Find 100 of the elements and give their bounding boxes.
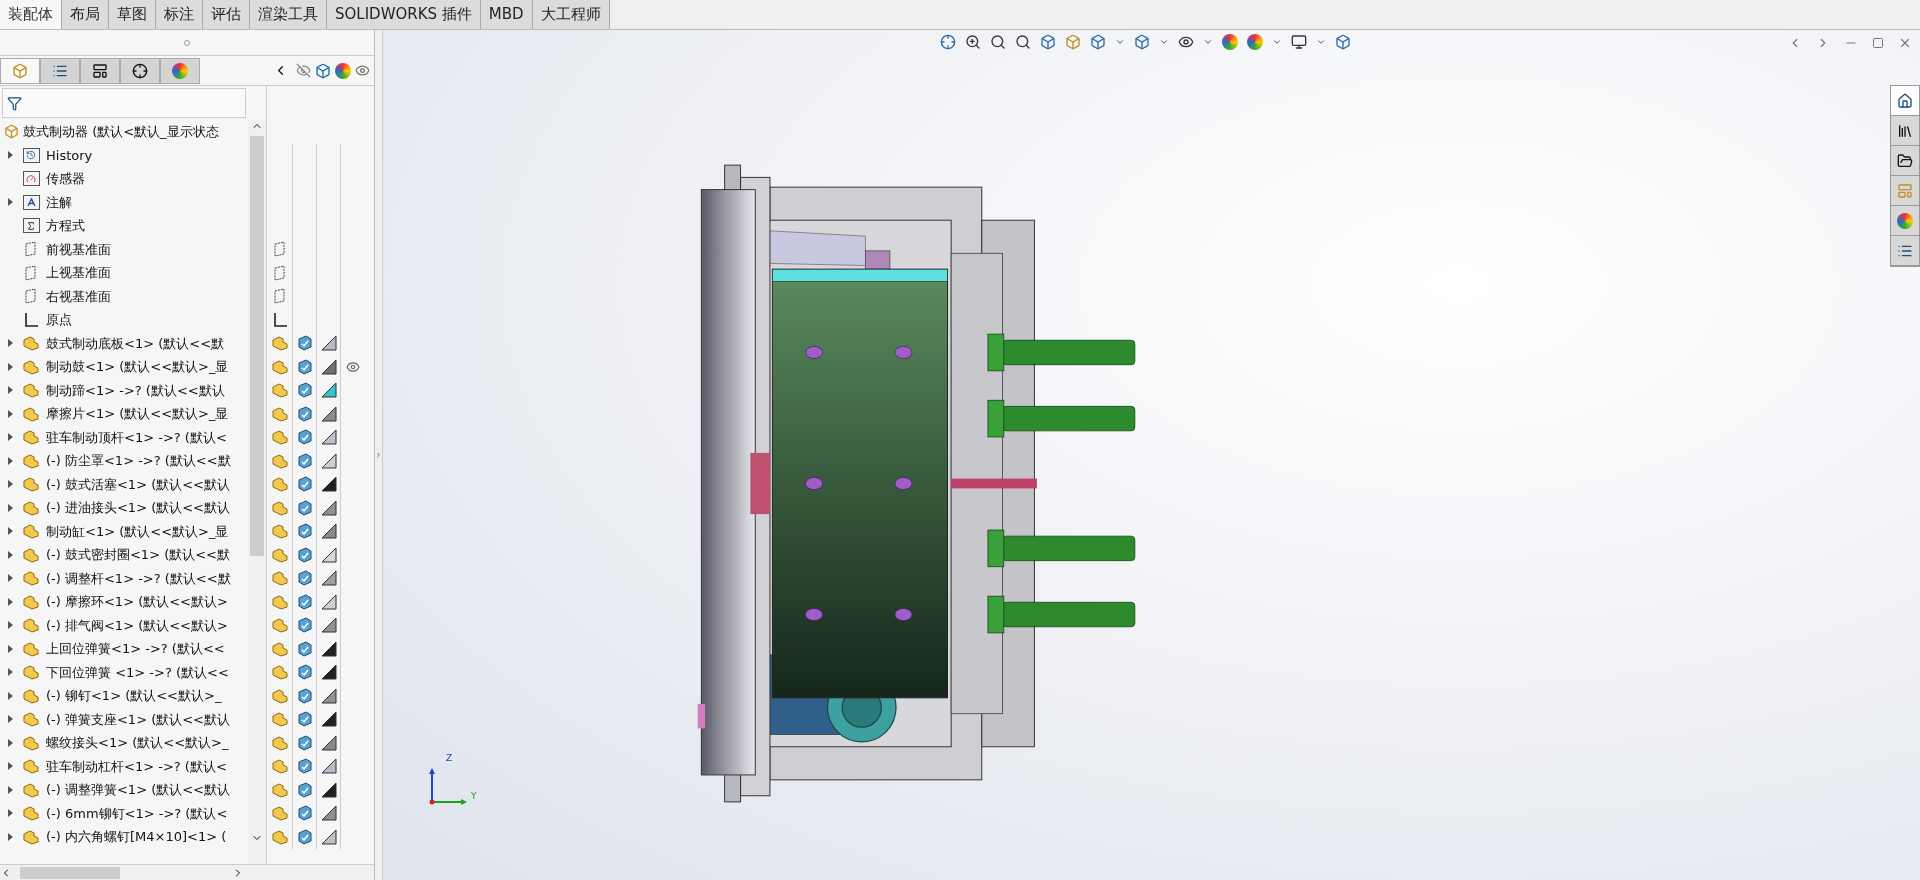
tree-item-label[interactable]: 驻车制动杠杆<1> ->? (默认< <box>46 756 227 776</box>
expand-arrow-icon[interactable] <box>8 503 13 512</box>
expand-arrow-icon[interactable] <box>8 785 13 794</box>
expand-arrow-icon[interactable] <box>8 691 13 700</box>
tree-item-label[interactable]: 原点 <box>46 310 72 330</box>
previous-view-icon[interactable] <box>1015 34 1031 50</box>
properties-pane-tab[interactable] <box>1891 236 1919 266</box>
home-pane-tab[interactable] <box>1891 86 1919 116</box>
expand-arrow-icon[interactable] <box>8 574 13 583</box>
dynamic-annotation-icon[interactable] <box>1065 34 1081 50</box>
tree-item-label[interactable]: History <box>46 145 93 165</box>
expand-arrow-icon[interactable] <box>8 738 13 747</box>
hide-show-icon[interactable] <box>1178 34 1194 50</box>
tree-item-label[interactable]: (-) 6mm铆钉<1> ->? (默认< <box>46 803 228 823</box>
expand-arrow-icon[interactable] <box>8 362 13 371</box>
expand-arrow-icon[interactable] <box>8 527 13 536</box>
tree-item-label[interactable]: (-) 防尘罩<1> ->? (默认<<默 <box>46 451 231 471</box>
tree-item-label[interactable]: (-) 鼓式活塞<1> (默认<<默认 <box>46 474 230 494</box>
tree-item-label[interactable]: 方程式 <box>46 216 85 236</box>
tree-item-label[interactable]: 鼓式制动器 (默认<默认_显示状态 <box>23 122 219 142</box>
tree-item-label[interactable]: 制动蹄<1> ->? (默认<<默认 <box>46 380 225 400</box>
hide-icon[interactable] <box>296 63 311 78</box>
tree-item-label[interactable]: (-) 铆钉<1> (默认<<默认>_ <box>46 686 222 706</box>
expand-arrow-icon[interactable] <box>8 668 13 677</box>
appearances-pane-tab[interactable] <box>1891 206 1919 236</box>
tree-item-label[interactable]: (-) 鼓式密封圈<1> (默认<<默 <box>46 545 230 565</box>
command-tab[interactable]: MBD <box>480 0 533 29</box>
expand-arrow-icon[interactable] <box>8 409 13 418</box>
tree-item-label[interactable]: (-) 弹簧支座<1> (默认<<默认 <box>46 709 230 729</box>
zoom-area-icon[interactable] <box>990 34 1006 50</box>
expand-arrow-icon[interactable] <box>8 762 13 771</box>
tree-item-label[interactable]: (-) 调整弹簧<1> (默认<<默认 <box>46 780 230 800</box>
tree-item-label[interactable]: (-) 排气阀<1> (默认<<默认> <box>46 615 228 635</box>
appearance-palette-icon[interactable] <box>335 62 351 79</box>
eye-icon[interactable] <box>355 63 370 78</box>
expand-arrow-icon[interactable] <box>8 715 13 724</box>
folder-pane-tab[interactable] <box>1891 146 1919 176</box>
tree-item-label[interactable]: (-) 摩擦环<1> (默认<<默认> <box>46 592 228 612</box>
display-style-icon[interactable] <box>1134 34 1150 50</box>
configurations-tab[interactable] <box>80 57 120 84</box>
command-tab[interactable]: 布局 <box>62 0 109 29</box>
expand-arrow-icon[interactable] <box>8 597 13 606</box>
tree-item-label[interactable]: 前视基准面 <box>46 239 111 259</box>
cube-icon[interactable] <box>315 62 331 79</box>
filter-icon[interactable] <box>7 95 22 111</box>
expand-arrow-icon[interactable] <box>8 550 13 559</box>
expand-arrow-icon[interactable] <box>8 480 13 489</box>
expand-arrow-icon[interactable] <box>8 198 13 207</box>
expand-arrow-icon[interactable] <box>8 433 13 442</box>
command-tab[interactable]: SOLIDWORKS 插件 <box>327 0 481 29</box>
tree-item-label[interactable]: 下回位弹簧 <1> ->? (默认<< <box>46 662 229 682</box>
eye-icon[interactable] <box>346 359 360 374</box>
command-tab[interactable]: 标注 <box>156 0 203 29</box>
properties-tab[interactable] <box>40 57 80 84</box>
monitor-icon[interactable] <box>1291 34 1307 50</box>
expand-arrow-icon[interactable] <box>8 621 13 630</box>
view-orientation-icon[interactable] <box>1090 34 1106 50</box>
vertical-scrollbar[interactable] <box>248 120 266 864</box>
tree-item-label[interactable]: 制动鼓<1> (默认<<默认>_显 <box>46 357 229 377</box>
expand-arrow-icon[interactable] <box>8 809 13 818</box>
expand-arrow-icon[interactable] <box>8 832 13 841</box>
cube-icon[interactable] <box>1335 34 1351 50</box>
dropdown-caret-icon[interactable] <box>1272 37 1282 47</box>
edit-appearance-icon[interactable] <box>1222 34 1238 50</box>
close-icon[interactable] <box>1898 36 1912 50</box>
tree-item-label[interactable]: 上回位弹簧<1> ->? (默认<< <box>46 639 225 659</box>
library-pane-tab[interactable] <box>1891 116 1919 146</box>
tree-item-label[interactable]: (-) 内六角螺钉[M4×10]<1> ( <box>46 827 227 847</box>
tree-item-label[interactable]: 右视基准面 <box>46 286 111 306</box>
section-view-icon[interactable] <box>1040 34 1056 50</box>
tree-item-label[interactable]: 制动缸<1> (默认<<默认>_显 <box>46 521 229 541</box>
tree-item-label[interactable]: 鼓式制动底板<1> (默认<<默 <box>46 333 225 353</box>
expand-arrow-icon[interactable] <box>8 339 13 348</box>
command-tab[interactable]: 草图 <box>109 0 156 29</box>
expand-arrow-icon[interactable] <box>8 151 13 160</box>
tree-item-label[interactable]: (-) 进油接头<1> (默认<<默认 <box>46 498 230 518</box>
dropdown-caret-icon[interactable] <box>1316 37 1326 47</box>
tree-item-label[interactable]: 螺纹接头<1> (默认<<默认>_ <box>46 733 229 753</box>
zoom-fit-icon[interactable] <box>965 34 981 50</box>
tree-item-label[interactable]: 传感器 <box>46 169 85 189</box>
tree-item-label[interactable]: (-) 调整杆<1> ->? (默认<<默 <box>46 568 231 588</box>
command-tab[interactable]: 装配体 <box>0 0 62 29</box>
expand-arrow-icon[interactable] <box>8 644 13 653</box>
tree-item-label[interactable]: 驻车制动顶杆<1> ->? (默认< <box>46 427 227 447</box>
tree-item-label[interactable]: 注解 <box>46 192 72 212</box>
command-tab[interactable]: 大工程师 <box>532 0 610 29</box>
dropdown-caret-icon[interactable] <box>1159 37 1169 47</box>
tree-item-label[interactable]: 摩擦片<1> (默认<<默认>_显 <box>46 404 229 424</box>
orient-icon[interactable] <box>940 34 956 50</box>
command-tab[interactable]: 渲染工具 <box>250 0 327 29</box>
expand-arrow-icon[interactable] <box>8 456 13 465</box>
dimxpert-tab[interactable] <box>120 57 160 84</box>
restore-icon[interactable] <box>1872 37 1884 49</box>
tree-item-label[interactable]: 上视基准面 <box>46 263 111 283</box>
expand-arrow-icon[interactable] <box>8 386 13 395</box>
display-tab[interactable] <box>160 57 200 84</box>
scene-icon[interactable] <box>1247 34 1263 50</box>
command-tab[interactable]: 评估 <box>203 0 250 29</box>
horizontal-scrollbar[interactable] <box>0 864 374 880</box>
dropdown-caret-icon[interactable] <box>1203 37 1213 47</box>
